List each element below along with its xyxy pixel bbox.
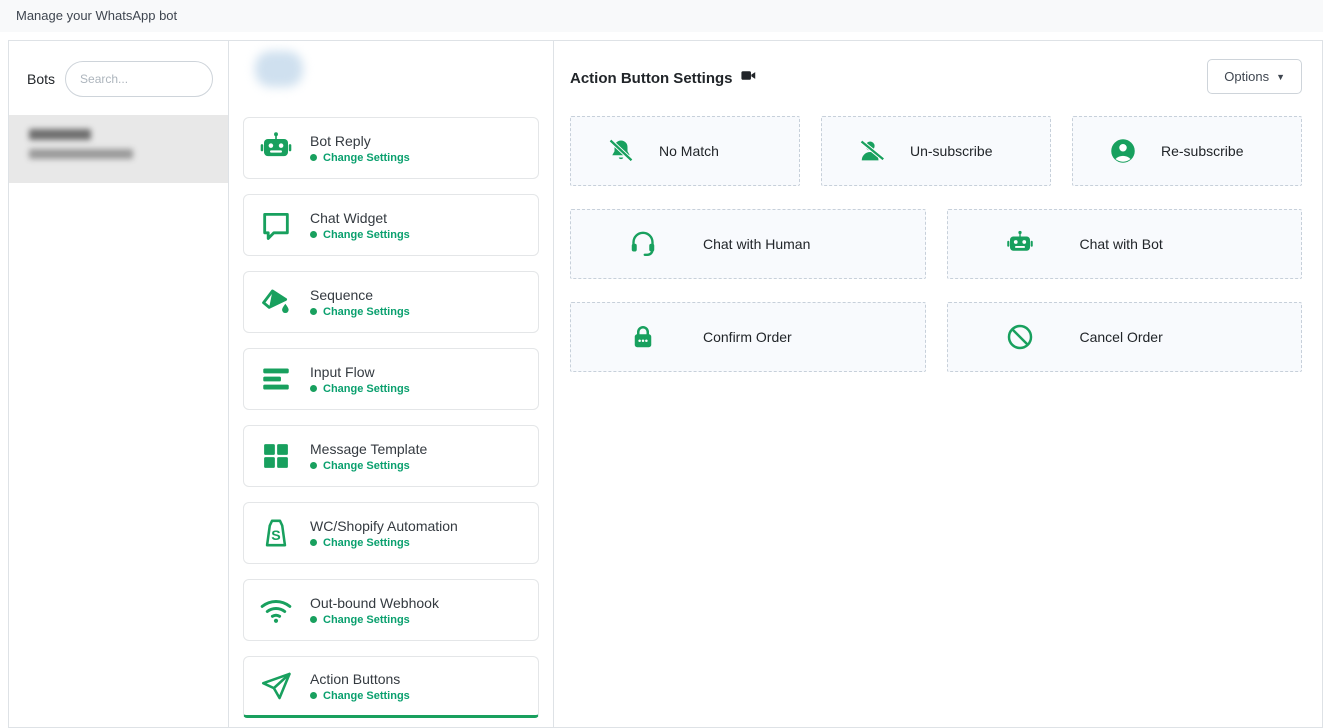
- green-dot-icon: [310, 154, 317, 161]
- user-circle-icon: [1107, 135, 1139, 167]
- change-settings-link[interactable]: Change Settings: [310, 152, 410, 164]
- menu-card-outbound-webhook[interactable]: Out-bound Webhook Change Settings: [243, 579, 539, 641]
- action-tile-un-subscribe[interactable]: Un-subscribe: [821, 116, 1051, 186]
- paper-plane-icon: [256, 666, 296, 706]
- action-tile-confirm-order[interactable]: Confirm Order: [570, 302, 926, 372]
- headset-icon: [627, 228, 659, 260]
- wifi-icon: [256, 590, 296, 630]
- tile-label: Confirm Order: [703, 329, 792, 345]
- menu-label: Message Template: [310, 441, 427, 457]
- green-dot-icon: [310, 385, 317, 392]
- bot-list-item[interactable]: [9, 115, 228, 183]
- menu-card-chat-widget[interactable]: Chat Widget Change Settings: [243, 194, 539, 256]
- tile-label: Chat with Human: [703, 236, 810, 252]
- change-settings-link[interactable]: Change Settings: [310, 460, 427, 472]
- panel-title: Action Button Settings: [570, 70, 732, 87]
- tile-label: Un-subscribe: [910, 143, 992, 159]
- paint-drop-icon: [256, 282, 296, 322]
- change-settings-link[interactable]: Change Settings: [310, 537, 458, 549]
- action-tile-chat-with-bot[interactable]: Chat with Bot: [947, 209, 1303, 279]
- sidebar-title: Bots: [27, 71, 55, 87]
- bars-icon: [256, 359, 296, 399]
- menu-label: Chat Widget: [310, 210, 410, 226]
- robot-icon: [1004, 228, 1036, 260]
- bot-feature-menu: Bot Reply Change Settings Chat Widget Ch…: [229, 41, 554, 727]
- green-dot-icon: [310, 539, 317, 546]
- menu-label: Action Buttons: [310, 671, 410, 687]
- page-title: Manage your WhatsApp bot: [0, 0, 1323, 32]
- shopify-bag-icon: S: [256, 513, 296, 553]
- tile-label: Chat with Bot: [1080, 236, 1163, 252]
- green-dot-icon: [310, 616, 317, 623]
- chat-bubble-icon: [256, 205, 296, 245]
- menu-card-message-template[interactable]: Message Template Change Settings: [243, 425, 539, 487]
- tile-label: No Match: [659, 143, 719, 159]
- user-slash-icon: [856, 135, 888, 167]
- menu-label: WC/Shopify Automation: [310, 518, 458, 534]
- change-settings-link[interactable]: Change Settings: [310, 383, 410, 395]
- redacted-bot-name: [29, 129, 91, 140]
- content-frame: Bots: [8, 40, 1323, 728]
- green-dot-icon: [310, 231, 317, 238]
- blurred-avatar: [255, 51, 303, 87]
- menu-card-sequence[interactable]: Sequence Change Settings: [243, 271, 539, 333]
- robot-icon: [256, 128, 296, 168]
- change-settings-link[interactable]: Change Settings: [310, 690, 410, 702]
- caret-down-icon: ▼: [1276, 72, 1285, 82]
- ban-icon: [1004, 321, 1036, 353]
- menu-card-bot-reply[interactable]: Bot Reply Change Settings: [243, 117, 539, 179]
- search-input[interactable]: [65, 61, 213, 97]
- lock-icon: [627, 321, 659, 353]
- sidebar-header: Bots: [9, 41, 228, 115]
- action-tile-re-subscribe[interactable]: Re-subscribe: [1072, 116, 1302, 186]
- tile-label: Cancel Order: [1080, 329, 1163, 345]
- menu-label: Out-bound Webhook: [310, 595, 439, 611]
- green-dot-icon: [310, 462, 317, 469]
- menu-card-input-flow[interactable]: Input Flow Change Settings: [243, 348, 539, 410]
- action-button-settings-panel: Action Button Settings Options ▼: [554, 41, 1322, 727]
- change-settings-link[interactable]: Change Settings: [310, 229, 410, 241]
- menu-label: Sequence: [310, 287, 410, 303]
- video-camera-icon[interactable]: [740, 67, 757, 89]
- menu-label: Bot Reply: [310, 133, 410, 149]
- tile-label: Re-subscribe: [1161, 143, 1243, 159]
- action-tile-cancel-order[interactable]: Cancel Order: [947, 302, 1303, 372]
- action-tile-no-match[interactable]: No Match: [570, 116, 800, 186]
- change-settings-link[interactable]: Change Settings: [310, 306, 410, 318]
- change-settings-link[interactable]: Change Settings: [310, 614, 439, 626]
- action-tile-chat-with-human[interactable]: Chat with Human: [570, 209, 926, 279]
- green-dot-icon: [310, 308, 317, 315]
- grid-icon: [256, 436, 296, 476]
- options-button[interactable]: Options ▼: [1207, 59, 1302, 94]
- redacted-bot-number: [29, 149, 133, 159]
- svg-text:S: S: [271, 528, 280, 544]
- green-dot-icon: [310, 692, 317, 699]
- bots-sidebar: Bots: [9, 41, 229, 727]
- bell-slash-icon: [605, 135, 637, 167]
- menu-card-shopify-automation[interactable]: S WC/Shopify Automation Change Settings: [243, 502, 539, 564]
- menu-label: Input Flow: [310, 364, 410, 380]
- menu-card-action-buttons[interactable]: Action Buttons Change Settings: [243, 656, 539, 718]
